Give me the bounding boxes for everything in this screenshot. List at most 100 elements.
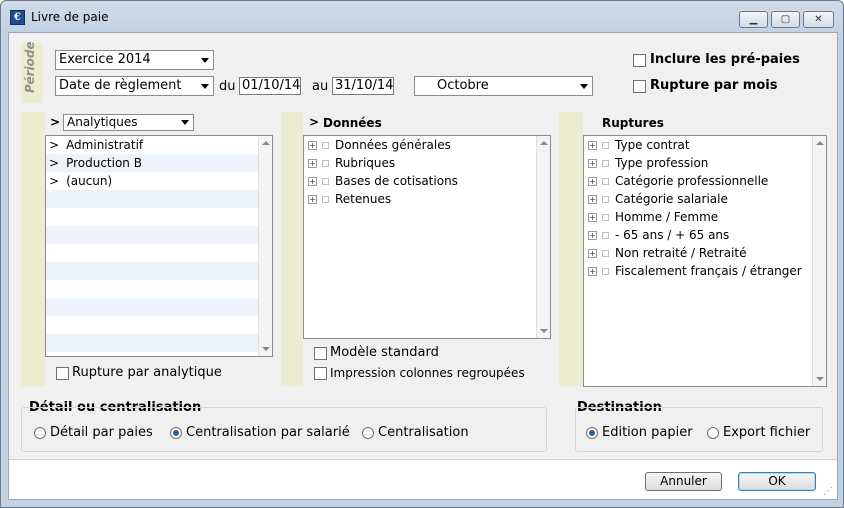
list-item[interactable] — [46, 208, 258, 226]
cancel-button[interactable]: Annuler — [645, 472, 722, 491]
detail-radio[interactable] — [34, 427, 46, 439]
date-type-select[interactable]: Date de règlement — [55, 76, 214, 96]
expand-plus-icon[interactable]: + — [588, 249, 597, 258]
month-select[interactable]: Octobre — [414, 76, 593, 96]
tree-item[interactable]: + Catégorie professionnelle — [584, 172, 826, 190]
expand-plus-icon[interactable]: + — [588, 177, 597, 186]
maximize-icon: ▢ — [780, 14, 791, 25]
expand-plus-icon[interactable]: + — [308, 159, 317, 168]
maximize-button[interactable]: ▢ — [771, 11, 800, 28]
list-item[interactable]: > Production B — [46, 154, 258, 172]
include-prepaid-label: Inclure les pré-paies — [650, 52, 800, 67]
destination-radio[interactable] — [707, 427, 719, 439]
dialog-body: Période Exercice 2014 Date de règlement … — [8, 32, 838, 500]
tree-item-label: Fiscalement français / étranger — [615, 264, 802, 278]
dropdown-arrow-icon — [201, 84, 209, 89]
scroll-down-icon[interactable] — [262, 347, 270, 351]
expand-plus-icon[interactable]: + — [588, 267, 597, 276]
tree-item[interactable]: + Retenues — [304, 190, 550, 208]
scroll-up-icon[interactable] — [540, 141, 548, 145]
analytics-select[interactable]: Analytiques — [63, 114, 194, 131]
tree-node-icon — [602, 214, 609, 221]
tree-node-icon — [602, 250, 609, 257]
scroll-down-icon[interactable] — [540, 329, 548, 333]
tree-item[interactable]: + Bases de cotisations — [304, 172, 550, 190]
scroll-up-icon[interactable] — [816, 141, 824, 145]
expand-plus-icon[interactable]: + — [588, 141, 597, 150]
list-item[interactable] — [46, 316, 258, 334]
from-label: du — [219, 79, 236, 94]
destination-radio[interactable] — [586, 427, 598, 439]
data-rows: + Données générales + Rubriques + Bases de co… — [304, 136, 550, 208]
tree-item[interactable]: + Type profession — [584, 154, 826, 172]
analytics-header: > Analytiques — [45, 112, 272, 134]
detail-radio[interactable] — [170, 427, 182, 439]
tree-item[interactable]: + Rubriques — [304, 154, 550, 172]
list-item-marker: > — [49, 156, 60, 170]
list-item-label: Administratif — [66, 138, 144, 152]
tree-item-label: Bases de cotisations — [335, 174, 458, 188]
tree-item-label: Homme / Femme — [615, 210, 719, 224]
exercise-select[interactable]: Exercice 2014 — [55, 50, 214, 70]
app-icon: € — [10, 10, 25, 25]
break-by-month-checkbox[interactable] — [633, 80, 646, 93]
data-header: > Données — [303, 112, 551, 134]
tree-item-label: Retenues — [335, 192, 392, 206]
grouped-columns-checkbox[interactable] — [314, 367, 327, 380]
standard-model-checkbox[interactable] — [314, 347, 327, 360]
analytics-list[interactable]: > Administratif > Production B > (aucun) — [45, 135, 273, 357]
list-item-label: (aucun) — [66, 174, 113, 188]
detail-radio[interactable] — [362, 427, 374, 439]
data-scrollbar[interactable] — [536, 136, 550, 338]
close-button[interactable]: ✕ — [803, 11, 834, 28]
include-prepaid-checkbox[interactable] — [633, 54, 646, 67]
data-title: Données — [323, 116, 382, 130]
list-item[interactable]: > (aucun) — [46, 172, 258, 190]
list-item[interactable] — [46, 226, 258, 244]
tree-node-icon — [602, 232, 609, 239]
list-item[interactable] — [46, 190, 258, 208]
list-item[interactable] — [46, 244, 258, 262]
to-date-input[interactable]: 31/10/14 — [332, 77, 394, 95]
from-date-input[interactable]: 01/10/14 — [239, 77, 301, 95]
list-item[interactable] — [46, 334, 258, 352]
tree-item-label: Non retraité / Retraité — [615, 246, 747, 260]
expand-plus-icon[interactable]: + — [588, 231, 597, 240]
scroll-down-icon[interactable] — [816, 377, 824, 381]
period-label: Période — [23, 41, 37, 93]
tree-item[interactable]: + Fiscalement français / étranger — [584, 262, 826, 280]
data-tree[interactable]: + Données générales + Rubriques + Bases de co… — [303, 135, 551, 339]
list-item[interactable] — [46, 298, 258, 316]
tree-item[interactable]: + - 65 ans / + 65 ans — [584, 226, 826, 244]
tree-node-icon — [602, 268, 609, 275]
analytics-break-checkbox[interactable] — [56, 367, 69, 380]
expand-plus-icon[interactable]: + — [308, 195, 317, 204]
list-item[interactable] — [46, 262, 258, 280]
detail-radio-label: Centralisation — [378, 425, 469, 440]
expand-plus-icon[interactable]: + — [588, 195, 597, 204]
tree-item[interactable]: + Type contrat — [584, 136, 826, 154]
expand-plus-icon[interactable]: + — [588, 159, 597, 168]
tree-item[interactable]: + Homme / Femme — [584, 208, 826, 226]
tree-item[interactable]: + Non retraité / Retraité — [584, 244, 826, 262]
tree-item[interactable]: + Catégorie salariale — [584, 190, 826, 208]
minimize-button[interactable]: ▁ — [739, 11, 768, 28]
title-bar: € Livre de paie ▁ ▢ ✕ — [1, 1, 843, 33]
tree-item[interactable]: + Données générales — [304, 136, 550, 154]
scroll-up-icon[interactable] — [262, 141, 270, 145]
expand-plus-icon[interactable]: + — [588, 213, 597, 222]
tree-node-icon — [602, 178, 609, 185]
breaks-scrollbar[interactable] — [812, 136, 826, 386]
resize-grip-icon[interactable]: ⋰ — [823, 486, 833, 497]
expand-plus-icon[interactable]: + — [308, 177, 317, 186]
analytics-break-label: Rupture par analytique — [72, 365, 222, 380]
expand-plus-icon[interactable]: + — [308, 141, 317, 150]
breaks-tree[interactable]: + Type contrat + Type profession + Catégorie … — [583, 135, 827, 387]
ok-button[interactable]: OK — [738, 472, 816, 491]
minimize-icon: ▁ — [749, 14, 758, 25]
list-item[interactable] — [46, 280, 258, 298]
analytics-scrollbar[interactable] — [258, 136, 272, 356]
list-item-marker: > — [49, 174, 60, 188]
list-item[interactable]: > Administratif — [46, 136, 258, 154]
destination-radio-label: Export fichier — [723, 425, 811, 440]
